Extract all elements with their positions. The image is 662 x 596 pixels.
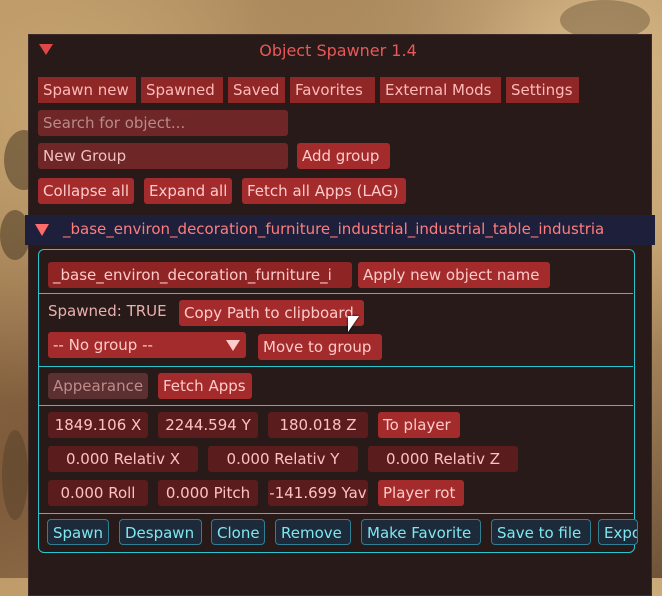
to-player-button[interactable]: To player [378,412,460,438]
divider [39,405,633,406]
roll-input[interactable]: 0.000 Roll [48,480,148,506]
fetch-all-apps-button[interactable]: Fetch all Apps (LAG) [242,178,406,204]
object-spawner-window: Object Spawner 1.4 Spawn new Spawned Sav… [25,34,655,596]
object-header-title: _base_environ_decoration_furniture_indus… [63,220,605,238]
move-to-group-button[interactable]: Move to group [258,334,382,360]
apply-object-name-button[interactable]: Apply new object name [358,262,550,288]
chevron-down-icon[interactable] [220,332,246,358]
expand-all-button[interactable]: Expand all [144,178,232,204]
position-y-input[interactable]: 2244.594 Y [158,412,258,438]
object-name-input[interactable]: _base_environ_decoration_furniture_i [48,262,352,288]
player-rotation-button[interactable]: Player rot [378,480,464,506]
tab-favorites[interactable]: Favorites [290,77,375,103]
position-x-input[interactable]: 1849.106 X [48,412,148,438]
position-z-input[interactable]: 180.018 Z [268,412,368,438]
tab-saved[interactable]: Saved [228,77,285,103]
despawn-button[interactable]: Despawn [119,519,202,545]
relative-x-input[interactable]: 0.000 Relativ X [48,446,198,472]
collapse-all-button[interactable]: Collapse all [38,178,134,204]
spawn-button[interactable]: Spawn [47,519,109,545]
export-button[interactable]: Expo [598,519,638,545]
yaw-input[interactable]: -141.699 Yav [268,480,368,506]
relative-y-input[interactable]: 0.000 Relativ Y [208,446,358,472]
tab-spawned[interactable]: Spawned [141,77,223,103]
divider [39,293,633,294]
appearance-button[interactable]: Appearance [48,373,148,399]
expand-object-icon[interactable] [35,224,49,236]
remove-button[interactable]: Remove [275,519,351,545]
relative-z-input[interactable]: 0.000 Relativ Z [368,446,518,472]
object-panel [38,249,635,553]
tab-external-mods[interactable]: External Mods [380,77,501,103]
save-to-file-button[interactable]: Save to file [491,519,591,545]
group-select[interactable]: -- No group -- [48,332,220,358]
mouse-cursor-icon [348,316,359,332]
background-shrub [2,430,28,520]
title-bar[interactable]: Object Spawner 1.4 [29,35,651,65]
divider [39,366,633,367]
make-favorite-button[interactable]: Make Favorite [361,519,481,545]
divider [39,513,633,514]
search-input[interactable]: Search for object... [38,110,288,136]
fetch-apps-button[interactable]: Fetch Apps [158,373,252,399]
window-title: Object Spawner 1.4 [259,41,417,60]
clone-button[interactable]: Clone [211,519,265,545]
spawned-status: Spawned: TRUE [48,302,167,320]
tab-spawn-new[interactable]: Spawn new [38,77,136,103]
copy-path-button[interactable]: Copy Path to clipboard [179,300,364,326]
tab-settings[interactable]: Settings [506,77,579,103]
group-name-input[interactable]: New Group [38,143,288,169]
add-group-button[interactable]: Add group [297,143,390,169]
pitch-input[interactable]: 0.000 Pitch [158,480,258,506]
object-header[interactable]: _base_environ_decoration_furniture_indus… [25,215,655,245]
